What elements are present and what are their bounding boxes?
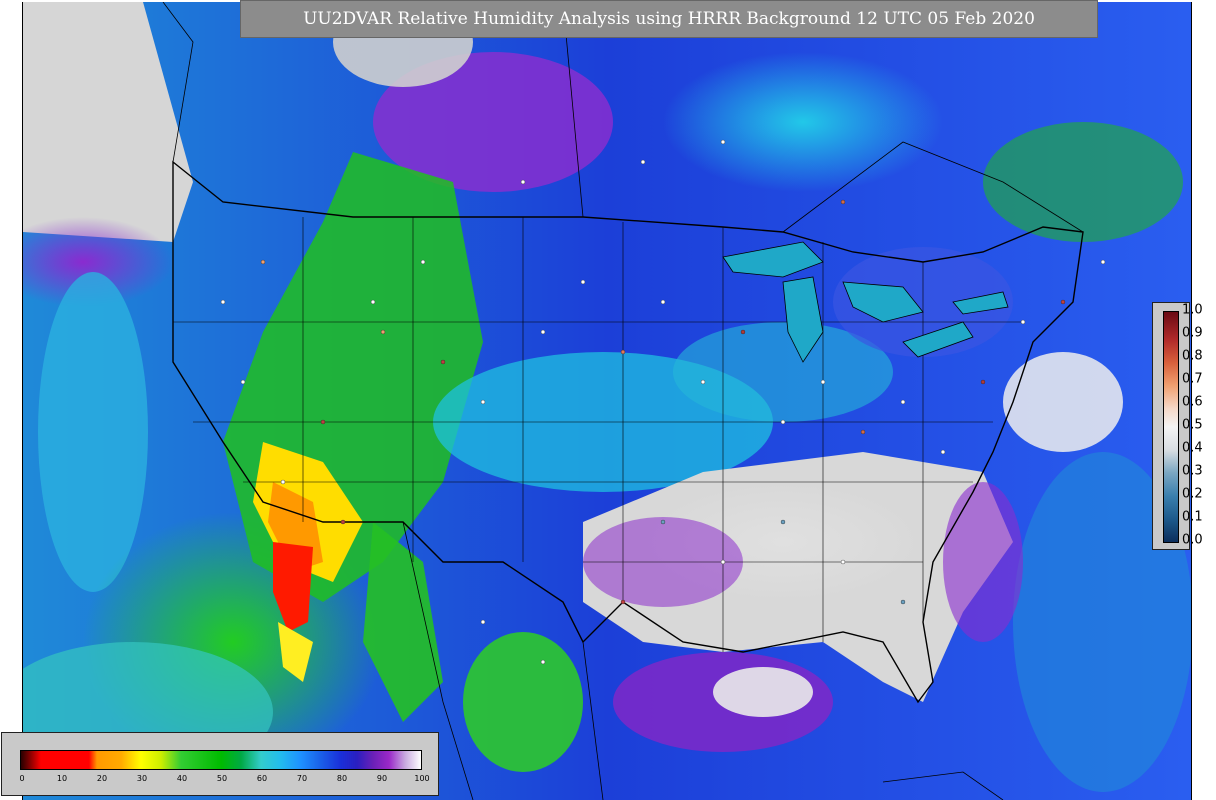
rh-tick: 60 (256, 774, 268, 783)
rh-tick: 0 (19, 774, 25, 783)
cyan-ontario (663, 52, 943, 192)
obs-tick: 0.1 (1182, 509, 1203, 525)
rh-tick: 40 (176, 774, 188, 783)
rh-tick: 80 (336, 774, 348, 783)
saturated-gulf (713, 667, 813, 717)
obs-tick: 0.2 (1182, 486, 1203, 502)
rh-tick: 90 (376, 774, 388, 783)
obs-colorbar-gradient (1163, 311, 1179, 543)
green-quebec (983, 122, 1183, 242)
rh-analysis-map (22, 2, 1192, 800)
obs-tick: 1.0 (1182, 302, 1203, 318)
map-title: UU2DVAR Relative Humidity Analysis using… (240, 0, 1098, 38)
green-northern-mexico (463, 632, 583, 772)
obs-tick: 0.8 (1182, 348, 1203, 364)
obs-tick: 0.4 (1182, 440, 1203, 456)
obs-tick: 0.9 (1182, 325, 1203, 341)
rh-tick: 100 (414, 774, 430, 783)
obs-tick: 0.0 (1182, 532, 1203, 548)
obs-tick: 0.5 (1182, 417, 1203, 433)
rh-colorbar: 0 10 20 30 40 50 60 70 80 90 100 (1, 732, 439, 796)
obs-tick: 0.6 (1182, 394, 1203, 410)
cyan-band-pacific (38, 272, 148, 592)
rh-tick: 10 (56, 774, 68, 783)
rh-tick: 30 (136, 774, 148, 783)
rh-tick: 50 (216, 774, 228, 783)
rh-colorbar-gradient (20, 750, 422, 770)
obs-colorbar: 0.0 0.1 0.2 0.3 0.4 0.5 0.6 0.7 0.8 0.9 … (1152, 302, 1203, 550)
obs-tick: 0.7 (1182, 371, 1203, 387)
rh-tick: 20 (96, 774, 108, 783)
purple-atlantic-coast (943, 482, 1023, 642)
map-canvas (23, 2, 1191, 800)
rh-tick: 70 (296, 774, 308, 783)
obs-tick: 0.3 (1182, 463, 1203, 479)
saturated-atlantic (1003, 352, 1123, 452)
